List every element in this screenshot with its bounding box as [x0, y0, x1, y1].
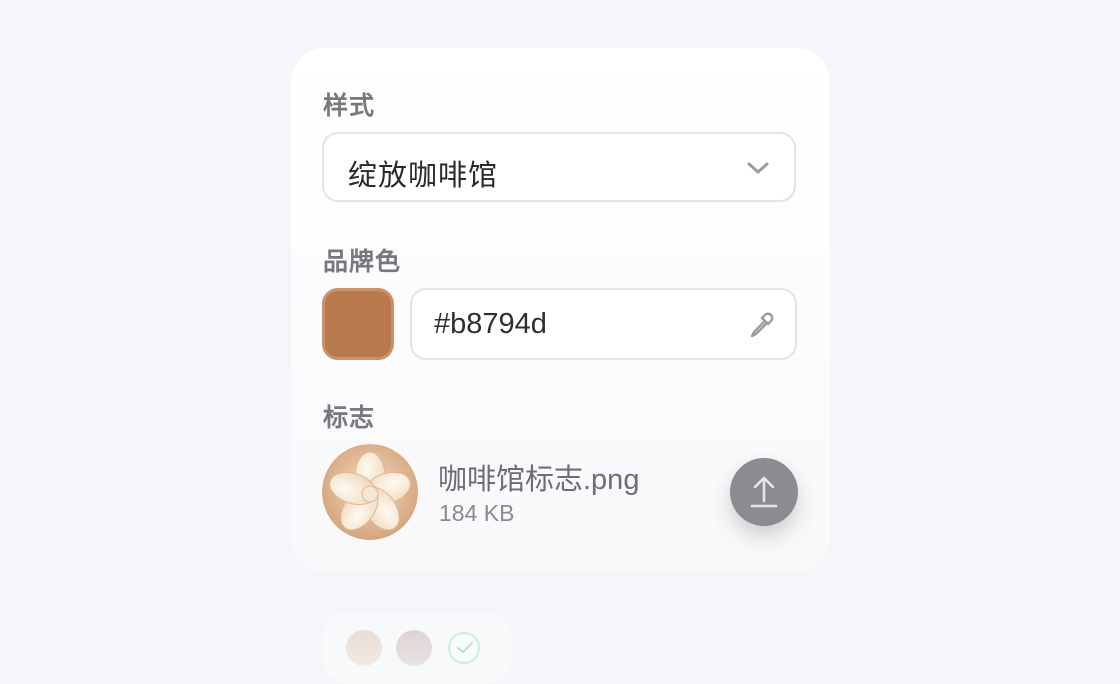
logo-file-size: 184 KB [439, 500, 515, 526]
brand-color-label: 品牌色 [323, 248, 402, 276]
logo-thumbnail [322, 444, 418, 540]
settings-card: 样式 绽放咖啡馆 品牌色 标志 [291, 48, 830, 573]
style-select[interactable]: 绽放咖啡馆 [322, 132, 796, 202]
style-select-value: 绽放咖啡馆 [348, 160, 499, 192]
upload-icon [750, 476, 778, 508]
upload-button[interactable] [730, 458, 798, 526]
confirm-check-button[interactable] [448, 632, 480, 664]
chevron-down-icon [747, 162, 769, 174]
brand-color-swatch[interactable] [322, 288, 394, 360]
hex-color-input[interactable] [434, 306, 724, 342]
logo-file-name: 咖啡馆标志.png [438, 464, 640, 496]
swatch-beige[interactable] [346, 630, 382, 666]
check-icon [457, 642, 473, 653]
hex-color-field[interactable] [410, 288, 797, 360]
swatch-mauve[interactable] [396, 630, 432, 666]
logo-label: 标志 [323, 404, 376, 432]
theme-dock [322, 612, 512, 684]
style-label: 样式 [323, 92, 376, 120]
eyedropper-icon[interactable] [745, 309, 777, 341]
